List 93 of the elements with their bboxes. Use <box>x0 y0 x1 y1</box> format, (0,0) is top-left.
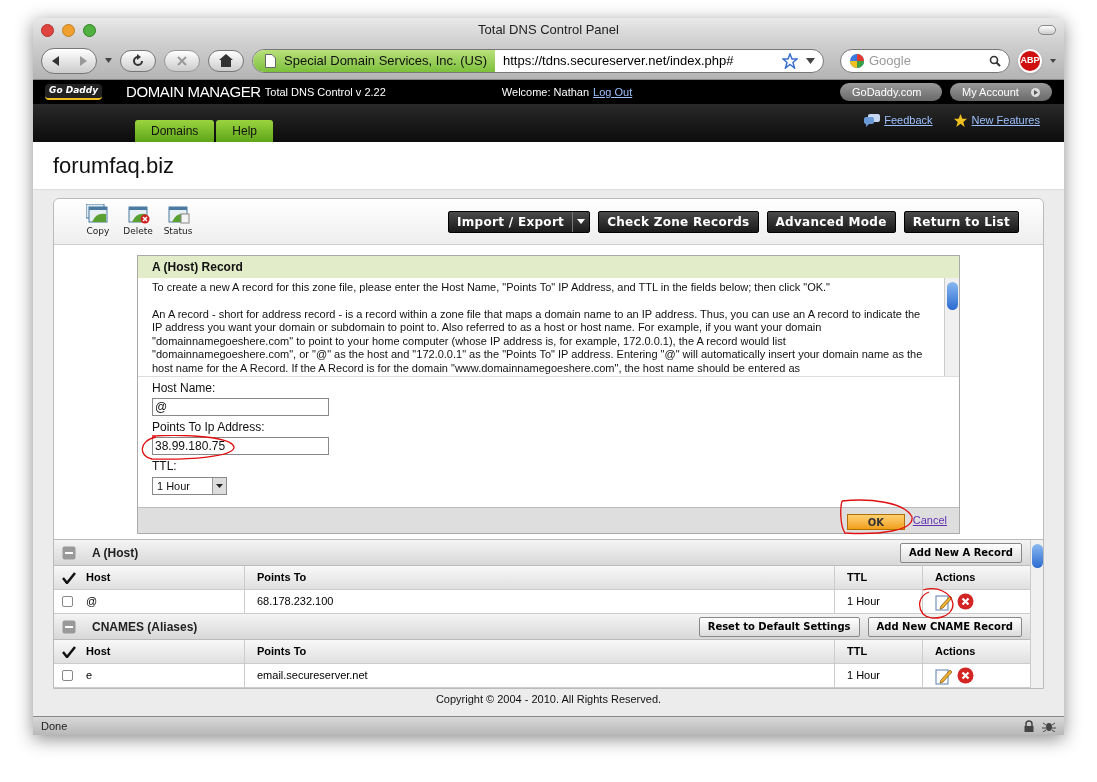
back-forward-button[interactable] <box>41 47 97 74</box>
ok-button[interactable]: OK <box>846 513 905 530</box>
delete-icon[interactable] <box>957 593 974 610</box>
star-icon[interactable] <box>782 52 798 69</box>
address-bar[interactable]: Special Domain Services, Inc. (US) https://tdns.secureserver.net/index.php# <box>252 48 824 73</box>
bug-icon <box>1042 720 1056 732</box>
nav-tab[interactable]: Help <box>216 120 274 142</box>
column-header: Points To <box>244 566 834 589</box>
window-title: Total DNS Control Panel <box>478 21 619 40</box>
action-button[interactable]: Check Zone Records <box>598 210 759 233</box>
nav-link[interactable]: New Features <box>971 112 1040 129</box>
toolbar-toggle-button[interactable] <box>1038 25 1056 35</box>
action-button[interactable]: Return to List <box>903 210 1019 233</box>
header-button[interactable]: GoDaddy.com <box>840 83 942 101</box>
collapse-icon[interactable] <box>62 545 76 560</box>
tool-button[interactable]: Status <box>158 204 198 239</box>
table-cell: 1 Hour <box>834 664 922 687</box>
caret-icon <box>216 484 223 488</box>
checkmark-icon[interactable] <box>62 571 76 584</box>
page-icon <box>265 53 276 68</box>
home-icon <box>219 54 233 67</box>
globe-window-delete-icon <box>126 204 150 225</box>
search-field[interactable]: Google <box>840 48 1010 73</box>
globe-window-page-icon <box>166 204 190 225</box>
section-title: A (Host) <box>92 544 139 562</box>
speech-bubbles-icon <box>864 113 881 127</box>
field-label: Host Name: <box>152 381 217 395</box>
table-cell-text: @ <box>85 594 99 610</box>
home-button[interactable] <box>208 49 244 72</box>
app-name: DOMAIN MANAGER <box>126 81 261 102</box>
close-window-button[interactable] <box>41 23 54 37</box>
row-checkbox[interactable] <box>62 670 73 681</box>
column-header: Host <box>85 570 112 586</box>
tool-button[interactable]: Copy <box>78 204 118 239</box>
table-cell-text: e <box>85 668 94 684</box>
search-icon[interactable] <box>989 54 1001 67</box>
section-button[interactable]: Add New A Record <box>900 542 1022 563</box>
section-button[interactable]: Add New CNAME Record <box>867 616 1022 637</box>
checkmark-icon[interactable] <box>62 645 76 658</box>
status-text: Done <box>41 718 68 734</box>
pencil-edit-icon[interactable] <box>935 666 953 685</box>
star-icon <box>952 112 968 128</box>
stop-button[interactable] <box>164 49 200 72</box>
row-checkbox[interactable] <box>62 596 73 607</box>
table-cell: 68.178.232.100 <box>244 590 834 613</box>
section-button[interactable]: Reset to Default Settings <box>698 616 860 637</box>
reload-icon <box>131 53 145 68</box>
arrow-circle-icon <box>1031 87 1040 97</box>
version-text: Total DNS Control v 2.22 <box>264 84 386 100</box>
reload-button[interactable] <box>120 49 156 72</box>
dialog-title: A (Host) Record <box>138 256 959 278</box>
copyright-text: Copyright © 2004 - 2010. All Rights Reserved. <box>435 693 662 706</box>
input-field[interactable]: 38.99.180.75 <box>152 437 329 455</box>
nav-link[interactable]: Feedback <box>884 112 933 129</box>
scrollbar[interactable] <box>1030 540 1043 688</box>
lock-icon <box>1024 720 1034 732</box>
minimize-window-button[interactable] <box>62 23 75 37</box>
table-cell: email.secureserver.net <box>244 664 834 687</box>
header-button[interactable]: My Account <box>950 83 1052 101</box>
action-button[interactable]: Import / Export <box>448 210 591 233</box>
pencil-edit-icon[interactable] <box>935 592 953 611</box>
table-cell: 1 Hour <box>834 590 922 613</box>
help-paragraph: An A record - short for address record - is a record within a zone file that maps a domain name to an IP address. Thus, you can use an A record to indicate the IP address you want your domain or subdomain to point to. Also referred to as a host or host name. For example, if you want your domain "domainnamegoeshere.com" to point to your home computer (whose IP address is, for example, 172.0.0.1), the A record would list "domainnamegoeshere.com", or "@" as the host and "172.0.0.1" as the "Points To" IP address. Entering "@" will automatically insert your domain name as the host name for the A Record. If the A Record is for the domain "www.domainnamegoeshere.com", the host name should be entered as <box>152 307 924 375</box>
action-button[interactable]: Advanced Mode <box>766 210 896 233</box>
field-label: TTL: <box>152 459 178 473</box>
stop-icon <box>176 54 188 67</box>
zoom-window-button[interactable] <box>83 23 96 37</box>
ttl-dropdown[interactable]: 1 Hour <box>152 477 227 495</box>
nav-tab[interactable]: Domains <box>135 120 215 142</box>
column-header: TTL <box>834 566 922 589</box>
search-input[interactable]: Google <box>869 50 979 71</box>
field-label: Points To Ip Address: <box>152 420 266 434</box>
adblock-button[interactable]: ABP <box>1018 48 1042 73</box>
caret-icon[interactable] <box>806 57 815 64</box>
delete-icon[interactable] <box>957 667 974 684</box>
column-header: Points To <box>244 640 834 663</box>
cancel-link[interactable]: Cancel <box>912 512 947 529</box>
scrollbar[interactable] <box>944 278 959 376</box>
url-text: https://tdns.secureserver.net/index.php# <box>503 51 734 70</box>
globe-windows-copy-icon <box>86 204 110 225</box>
logo[interactable]: Go Daddy <box>45 84 102 100</box>
search-engine-icon[interactable] <box>849 52 865 69</box>
welcome-text: Welcome: Nathan <box>501 84 590 100</box>
section-title: CNAMES (Aliases) <box>92 618 198 636</box>
input-field[interactable]: @ <box>152 398 329 416</box>
logout-link[interactable]: Log Out <box>593 83 633 101</box>
domain-title: forumfaq.biz <box>53 152 175 180</box>
site-identity-badge[interactable]: Special Domain Services, Inc. (US) <box>253 49 495 72</box>
collapse-icon[interactable] <box>62 619 76 634</box>
column-header: Host <box>85 644 112 660</box>
tool-button[interactable]: Delete <box>118 204 158 239</box>
column-header: TTL <box>834 640 922 663</box>
help-paragraph: To create a new A record for this zone file, please enter the Host Name, "Points To" IP Address, and TTL in the fields below; then click "OK." <box>152 281 831 295</box>
